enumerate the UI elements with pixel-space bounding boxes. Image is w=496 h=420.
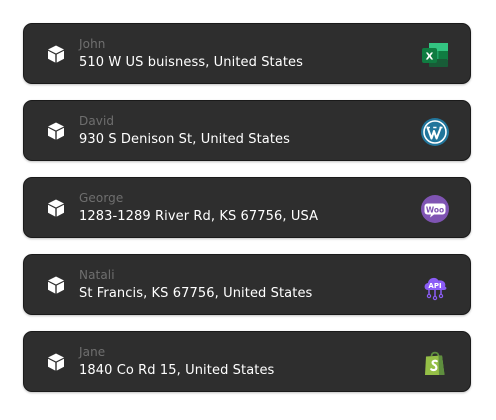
contact-name: Jane	[79, 345, 106, 359]
contact-card[interactable]: John 510 W US buisness, United States X	[23, 23, 471, 84]
contact-name: John	[79, 37, 106, 51]
contact-address: 930 S Denison St, United States	[79, 132, 291, 147]
contact-name: George	[79, 191, 124, 205]
contact-address: 510 W US buisness, United States	[79, 55, 303, 70]
contact-address: 1840 Co Rd 15, United States	[79, 363, 275, 378]
api-cloud-icon[interactable]: API	[420, 271, 450, 301]
contact-card[interactable]: Natali St Francis, KS 67756, United Stat…	[23, 254, 471, 315]
package-box-icon	[46, 44, 66, 64]
excel-icon[interactable]: X	[420, 40, 450, 70]
contact-card[interactable]: Jane 1840 Co Rd 15, United States	[23, 331, 471, 392]
package-box-icon	[46, 121, 66, 141]
contact-name: David	[79, 114, 115, 128]
api-text: API	[428, 282, 441, 290]
contact-card[interactable]: David 930 S Denison St, United States	[23, 100, 471, 161]
contact-address: 1283-1289 River Rd, KS 67756, USA	[79, 209, 319, 224]
contact-list: John 510 W US buisness, United States X …	[23, 23, 473, 408]
shopify-icon[interactable]	[420, 348, 450, 378]
excel-letter: X	[426, 52, 434, 63]
package-box-icon	[46, 275, 66, 295]
woocommerce-icon[interactable]: Woo	[420, 194, 450, 224]
package-box-icon	[46, 198, 66, 218]
contact-name: Natali	[79, 268, 115, 282]
wordpress-icon[interactable]	[420, 117, 450, 147]
contact-card[interactable]: George 1283-1289 River Rd, KS 67756, USA…	[23, 177, 471, 238]
package-box-icon	[46, 352, 66, 372]
woo-text: Woo	[426, 205, 444, 214]
contact-address: St Francis, KS 67756, United States	[79, 286, 313, 301]
